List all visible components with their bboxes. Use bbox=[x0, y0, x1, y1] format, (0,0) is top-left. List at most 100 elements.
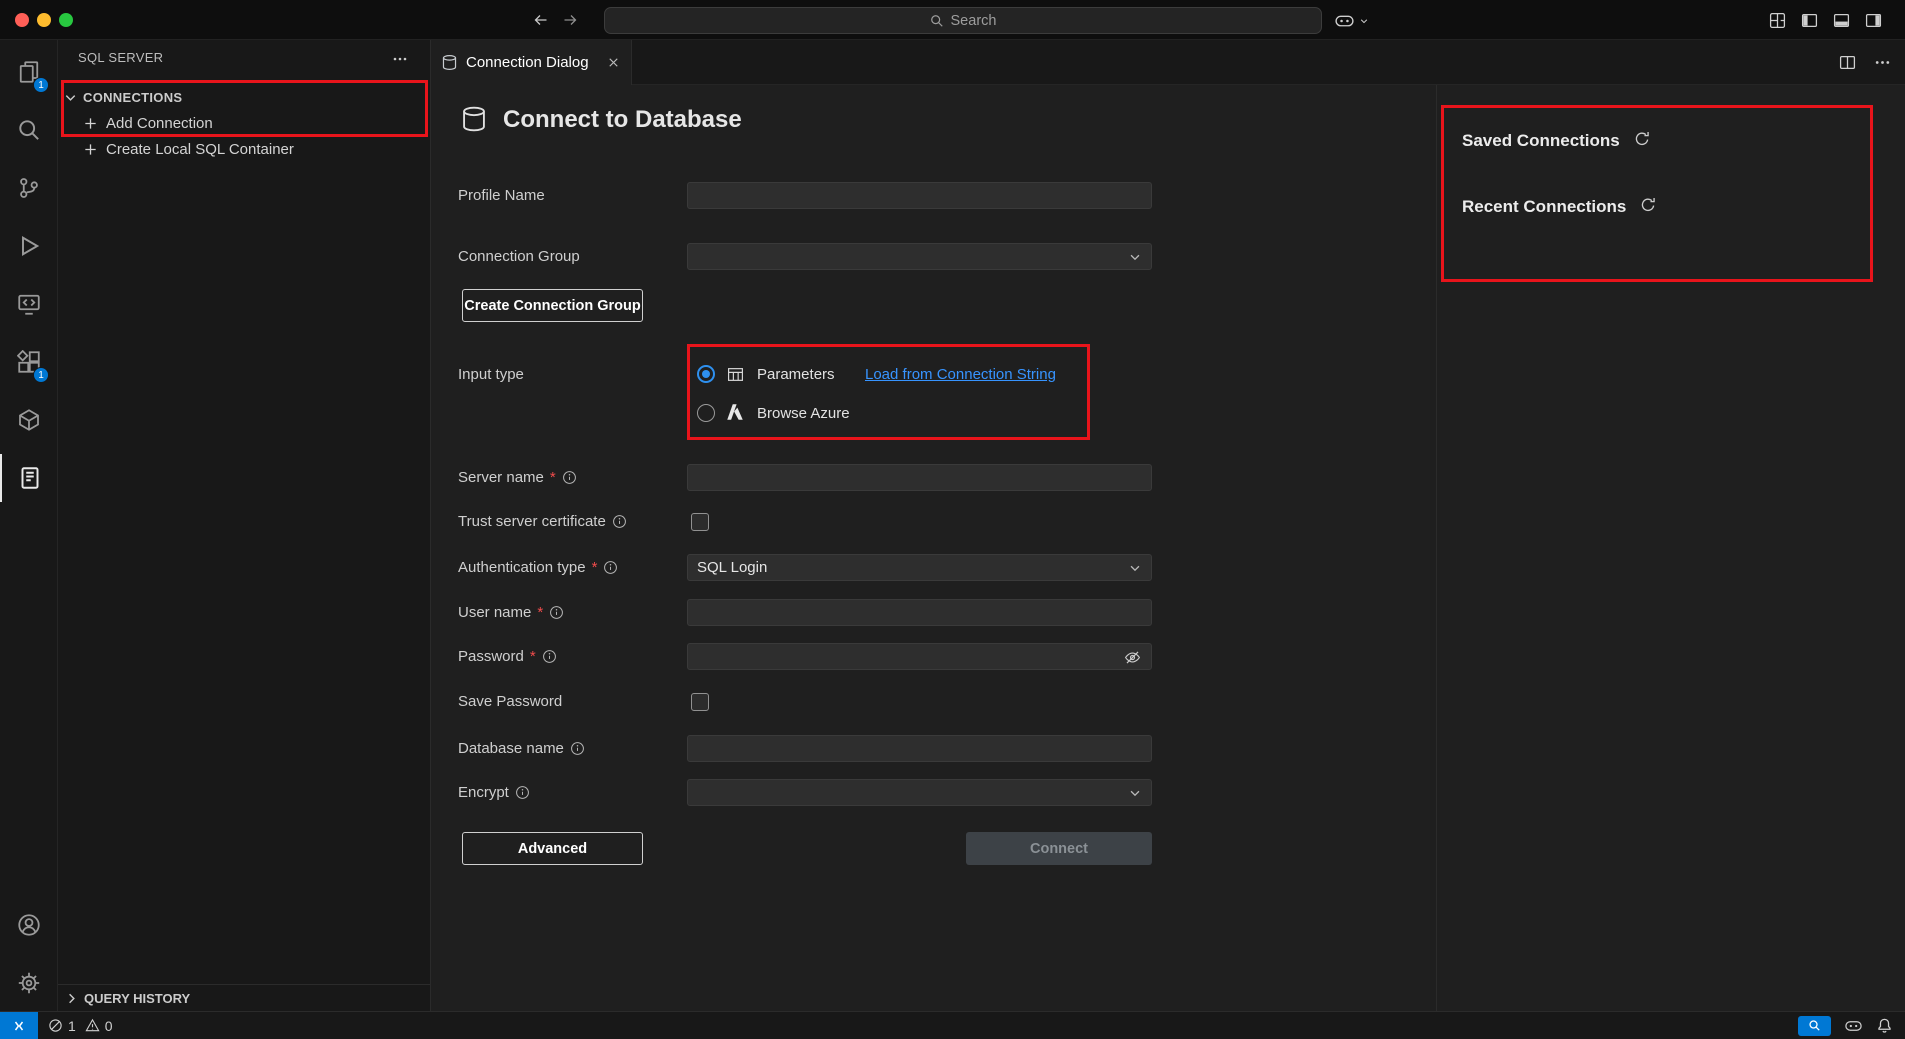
refresh-icon[interactable] bbox=[1633, 130, 1651, 148]
encrypt-label: Encrypt bbox=[458, 779, 530, 806]
advanced-button[interactable]: Advanced bbox=[462, 832, 643, 865]
connections-section-header[interactable]: CONNECTIONS bbox=[58, 84, 430, 110]
copilot-menu[interactable] bbox=[1334, 10, 1369, 31]
authentication-type-select[interactable]: SQL Login bbox=[687, 554, 1152, 581]
parameters-table-icon bbox=[727, 366, 744, 383]
password-input[interactable] bbox=[687, 643, 1152, 670]
required-marker: * bbox=[537, 604, 543, 621]
azure-icon bbox=[725, 402, 745, 422]
error-icon bbox=[48, 1018, 63, 1033]
command-center-search[interactable]: Search bbox=[604, 7, 1322, 34]
user-name-label: User name * bbox=[458, 599, 564, 626]
refresh-icon[interactable] bbox=[1639, 196, 1657, 214]
query-history-section-header[interactable]: QUERY HISTORY bbox=[58, 984, 430, 1011]
vscode-window: { "window": { "search_placeholder": "Sea… bbox=[0, 0, 1905, 1039]
close-icon[interactable] bbox=[606, 55, 621, 70]
add-icon bbox=[83, 116, 98, 131]
connection-group-label: Connection Group bbox=[458, 243, 580, 270]
add-icon bbox=[83, 142, 98, 157]
containers-icon[interactable] bbox=[0, 396, 58, 444]
annotation-box-input-type bbox=[687, 344, 1090, 440]
traffic-light-minimize[interactable] bbox=[37, 13, 51, 27]
connection-dialog-webview: Connect to Database Profile Name Connect… bbox=[431, 85, 1905, 1011]
database-icon bbox=[441, 54, 458, 71]
connection-group-select[interactable] bbox=[687, 243, 1152, 270]
info-icon[interactable] bbox=[549, 605, 564, 620]
sidebar-item-create-local-sql-container[interactable]: Create Local SQL Container bbox=[58, 136, 430, 162]
saved-connections-heading: Saved Connections bbox=[1462, 131, 1620, 151]
remote-icon bbox=[11, 1018, 27, 1034]
parameters-radio[interactable] bbox=[697, 365, 715, 383]
editor-group: Connection Dialog Connect to Database Pr… bbox=[431, 40, 1905, 1011]
warning-icon bbox=[85, 1018, 100, 1033]
info-icon[interactable] bbox=[542, 649, 557, 664]
zoom-status-button[interactable] bbox=[1798, 1016, 1831, 1036]
remote-explorer-icon[interactable] bbox=[0, 280, 58, 328]
run-debug-icon[interactable] bbox=[0, 222, 58, 270]
source-control-icon[interactable] bbox=[0, 164, 58, 212]
save-password-checkbox[interactable] bbox=[691, 693, 709, 711]
password-label: Password * bbox=[458, 643, 557, 670]
database-name-label: Database name bbox=[458, 735, 585, 762]
back-icon[interactable] bbox=[533, 12, 549, 28]
browse-azure-radio-label[interactable]: Browse Azure bbox=[757, 400, 850, 427]
traffic-light-zoom[interactable] bbox=[59, 13, 73, 27]
toggle-secondary-sidebar-icon[interactable] bbox=[1865, 12, 1882, 29]
profile-name-label: Profile Name bbox=[458, 182, 545, 209]
info-icon[interactable] bbox=[612, 514, 627, 529]
profile-name-input[interactable] bbox=[687, 182, 1152, 209]
search-view-icon[interactable] bbox=[0, 106, 58, 154]
warning-count: 0 bbox=[105, 1018, 113, 1034]
settings-gear-icon[interactable] bbox=[0, 959, 58, 1007]
chevron-right-icon bbox=[64, 991, 79, 1006]
traffic-light-close[interactable] bbox=[15, 13, 29, 27]
customize-layout-icon[interactable] bbox=[1769, 12, 1786, 29]
search-placeholder: Search bbox=[951, 13, 997, 29]
connect-button[interactable]: Connect bbox=[966, 832, 1152, 865]
trust-server-certificate-checkbox[interactable] bbox=[691, 513, 709, 531]
more-actions-icon[interactable] bbox=[392, 51, 408, 67]
split-editor-icon[interactable] bbox=[1839, 54, 1856, 71]
info-icon[interactable] bbox=[562, 470, 577, 485]
load-from-connection-string-link[interactable]: Load from Connection String bbox=[865, 361, 1056, 388]
sql-server-view-icon[interactable] bbox=[0, 454, 58, 502]
copilot-status-icon[interactable] bbox=[1844, 1016, 1863, 1035]
accounts-icon[interactable] bbox=[0, 901, 58, 949]
sidebar-item-add-connection[interactable]: Add Connection bbox=[58, 110, 430, 136]
browse-azure-radio[interactable] bbox=[697, 404, 715, 422]
info-icon[interactable] bbox=[515, 785, 530, 800]
info-icon[interactable] bbox=[603, 560, 618, 575]
parameters-radio-label[interactable]: Parameters bbox=[757, 361, 835, 388]
create-connection-group-button[interactable]: Create Connection Group bbox=[462, 289, 643, 322]
hide-password-icon[interactable] bbox=[1124, 649, 1141, 666]
sidebar: SQL SERVER CONNECTIONS Add Connection Cr… bbox=[58, 40, 431, 1011]
user-name-input[interactable] bbox=[687, 599, 1152, 626]
required-marker: * bbox=[592, 559, 598, 576]
forward-icon[interactable] bbox=[562, 12, 578, 28]
remote-indicator[interactable] bbox=[0, 1012, 38, 1039]
problems-status[interactable]: 1 0 bbox=[48, 1018, 113, 1034]
database-name-input[interactable] bbox=[687, 735, 1152, 762]
chevron-down-icon bbox=[1128, 561, 1142, 575]
toggle-primary-sidebar-icon[interactable] bbox=[1801, 12, 1818, 29]
more-actions-icon[interactable] bbox=[1874, 54, 1891, 71]
page-title: Connect to Database bbox=[503, 106, 742, 134]
activity-bar: 1 1 bbox=[0, 40, 58, 1011]
error-count: 1 bbox=[68, 1018, 76, 1034]
recent-connections-heading: Recent Connections bbox=[1462, 197, 1626, 217]
extensions-badge: 1 bbox=[33, 367, 49, 383]
magnifier-icon bbox=[1808, 1019, 1821, 1032]
extensions-icon[interactable]: 1 bbox=[0, 338, 58, 386]
notifications-bell-icon[interactable] bbox=[1876, 1017, 1893, 1034]
info-icon[interactable] bbox=[570, 741, 585, 756]
explorer-icon[interactable]: 1 bbox=[0, 48, 58, 96]
trust-server-certificate-label: Trust server certificate bbox=[458, 508, 627, 535]
required-marker: * bbox=[550, 469, 556, 486]
tab-connection-dialog[interactable]: Connection Dialog bbox=[431, 40, 632, 85]
toggle-panel-icon[interactable] bbox=[1833, 12, 1850, 29]
tab-label: Connection Dialog bbox=[466, 54, 589, 71]
chevron-down-icon bbox=[63, 90, 78, 105]
server-name-input[interactable] bbox=[687, 464, 1152, 491]
encrypt-select[interactable] bbox=[687, 779, 1152, 806]
authentication-type-label: Authentication type * bbox=[458, 554, 618, 581]
